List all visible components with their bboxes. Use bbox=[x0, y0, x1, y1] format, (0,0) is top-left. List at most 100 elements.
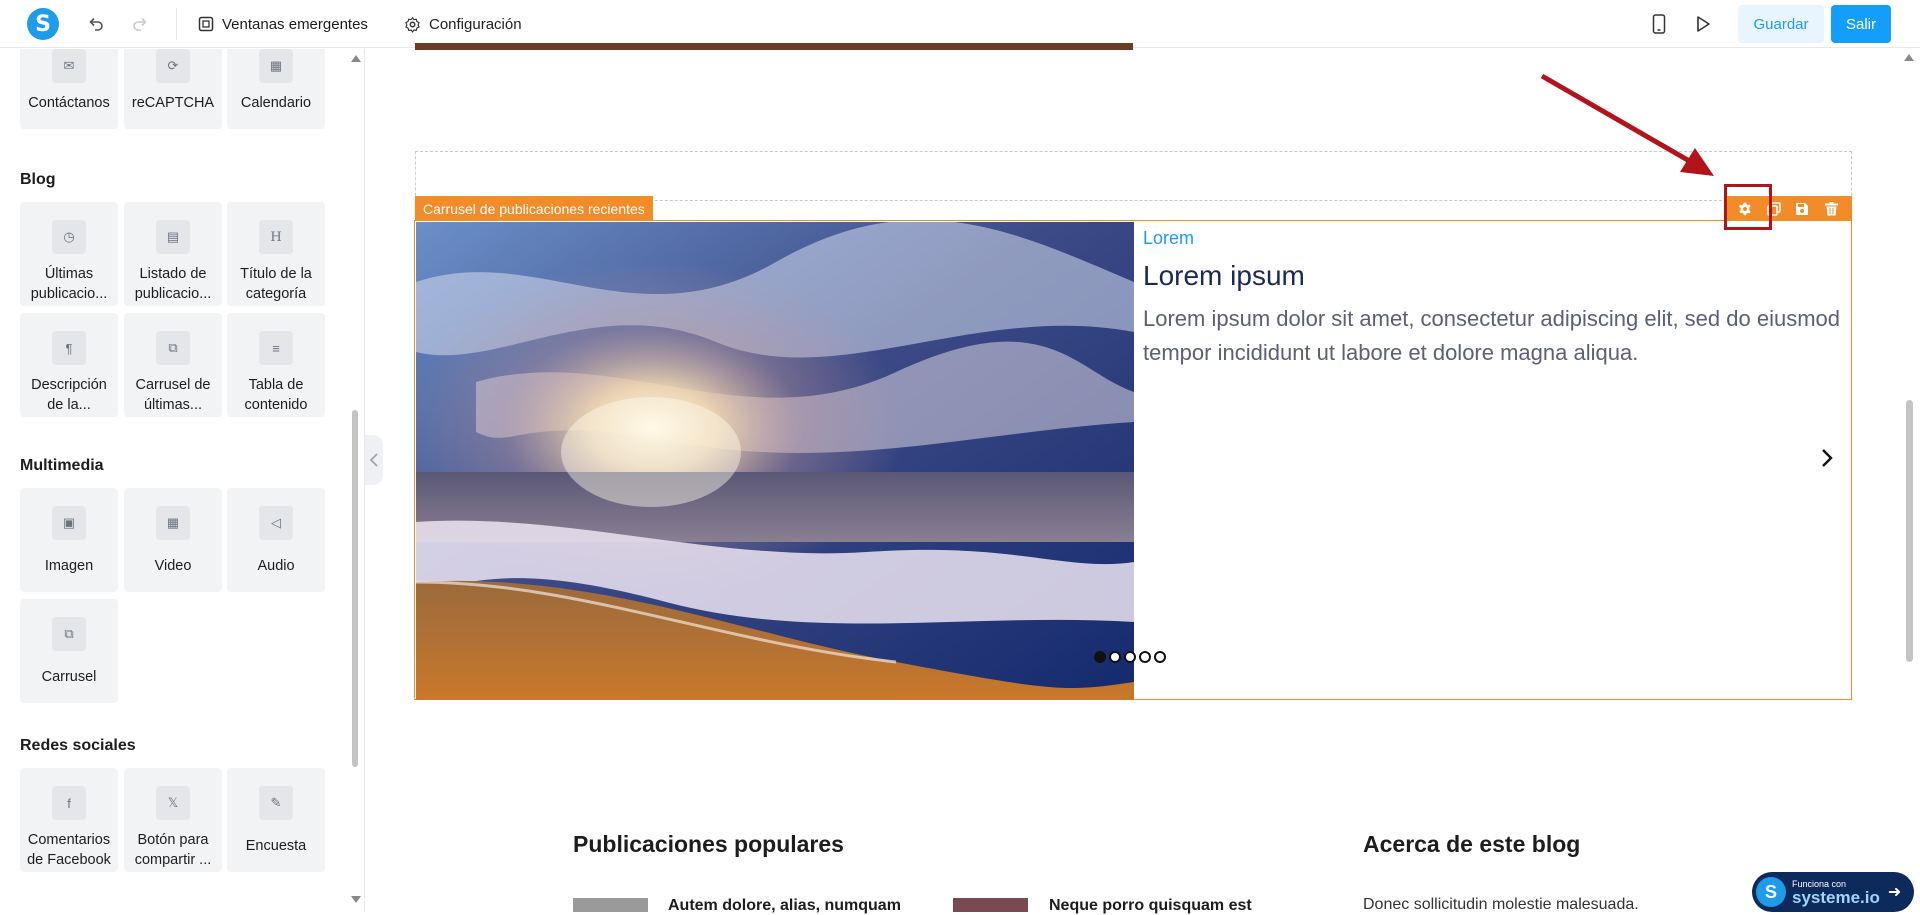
top-toolbar: S Ventanas emergentes Configuración Guar… bbox=[0, 0, 1920, 48]
annotation-highlight-box bbox=[1724, 184, 1772, 230]
redo-icon[interactable] bbox=[128, 12, 152, 36]
tile-label: Tabla de contenido bbox=[244, 377, 308, 413]
popups-button[interactable]: Ventanas emergentes bbox=[198, 12, 368, 36]
element-tile-latest-posts[interactable]: ◷ Últimas publicacio... bbox=[20, 202, 118, 306]
popup-icon bbox=[198, 16, 214, 32]
survey-icon: ✎ bbox=[259, 786, 293, 820]
x-icon: 𝕏 bbox=[156, 786, 190, 820]
toolbar-divider bbox=[176, 8, 177, 40]
element-tile-category-title[interactable]: H Título de la categoría bbox=[227, 202, 325, 306]
undo-icon[interactable] bbox=[84, 12, 108, 36]
tile-label: Título de la categoría bbox=[240, 266, 312, 302]
save-button[interactable]: Guardar bbox=[1738, 5, 1824, 43]
element-tile-table-of-contents[interactable]: ≡ Tabla de contenido bbox=[227, 313, 325, 417]
tile-label: Video bbox=[154, 558, 192, 574]
post-thumbnail[interactable] bbox=[573, 898, 648, 912]
tile-label: Listado de publicacio... bbox=[134, 266, 212, 302]
video-icon: ▦ bbox=[156, 506, 190, 540]
post-category-link[interactable]: Lorem bbox=[1143, 228, 1194, 249]
carousel-dot[interactable] bbox=[1109, 651, 1121, 663]
tile-label: Carrusel de últimas... bbox=[135, 377, 211, 413]
element-tile-video[interactable]: ▦ Video bbox=[124, 488, 222, 592]
tile-label: Encuesta bbox=[245, 838, 307, 854]
element-tile-recaptcha[interactable]: ⟳ reCAPTCHA bbox=[124, 49, 222, 129]
carousel-icon: ⧉ bbox=[52, 617, 86, 651]
settings-button[interactable]: Configuración bbox=[404, 12, 522, 36]
calendar-icon: ▦ bbox=[259, 49, 293, 83]
arrow-right-icon: ➜ bbox=[1887, 884, 1902, 901]
mobile-preview-icon[interactable] bbox=[1647, 12, 1671, 36]
element-tile-audio[interactable]: ◁ Audio bbox=[227, 488, 325, 592]
element-tile-x-share[interactable]: 𝕏 Botón para compartir ... bbox=[124, 768, 222, 872]
element-tile-facebook-comments[interactable]: f Comentarios de Facebook bbox=[20, 768, 118, 872]
tile-label: Imagen bbox=[44, 558, 94, 574]
facebook-icon: f bbox=[52, 786, 86, 820]
badge-small-text: Funciona con bbox=[1792, 878, 1847, 889]
tile-label: Últimas publicacio... bbox=[30, 266, 108, 302]
element-tile-survey[interactable]: ✎ Encuesta bbox=[227, 768, 325, 872]
section-title-social: Redes sociales bbox=[20, 737, 136, 754]
post-featured-image bbox=[416, 222, 1134, 700]
tile-label: Carrusel bbox=[41, 669, 97, 685]
systeme-logo[interactable]: S bbox=[27, 8, 59, 40]
carousel-next-button[interactable] bbox=[1815, 446, 1839, 470]
element-tile-calendar[interactable]: ▦ Calendario bbox=[227, 49, 325, 129]
carousel-dot[interactable] bbox=[1154, 651, 1166, 663]
element-tile-contact[interactable]: ✉ Contáctanos bbox=[20, 49, 118, 129]
element-tile-category-description[interactable]: ¶ Descripción de la... bbox=[20, 313, 118, 417]
element-tile-image[interactable]: ▣ Imagen bbox=[20, 488, 118, 592]
element-tile-latest-carousel[interactable]: ⧉ Carrusel de últimas... bbox=[124, 313, 222, 417]
element-tile-carousel[interactable]: ⧉ Carrusel bbox=[20, 599, 118, 703]
tile-label: Calendario bbox=[240, 95, 312, 111]
element-tile-post-listing[interactable]: ▤ Listado de publicacio... bbox=[124, 202, 222, 306]
refresh-icon: ⟳ bbox=[156, 49, 190, 83]
collapse-sidebar-button[interactable] bbox=[365, 435, 383, 485]
list-icon: ≡ bbox=[259, 331, 293, 365]
recent-posts-carousel[interactable] bbox=[414, 220, 1852, 700]
canvas-scroll-thumb[interactable] bbox=[1906, 400, 1913, 662]
sidebar-scroll-thumb[interactable] bbox=[352, 410, 358, 767]
tile-label: Descripción de la... bbox=[31, 377, 107, 413]
inbox-icon: ✉ bbox=[52, 49, 86, 83]
trash-icon[interactable] bbox=[1823, 201, 1839, 217]
save-block-icon[interactable] bbox=[1794, 201, 1810, 217]
carousel-dot[interactable] bbox=[1139, 651, 1151, 663]
settings-label: Configuración bbox=[429, 15, 522, 33]
tile-label: Comentarios de Facebook bbox=[27, 832, 111, 868]
popups-label: Ventanas emergentes bbox=[222, 15, 368, 33]
section-title-blog: Blog bbox=[20, 171, 56, 188]
powered-by-badge[interactable]: S Funciona con systeme.io ➜ bbox=[1752, 872, 1914, 912]
previous-section-edge bbox=[415, 43, 1133, 50]
post-thumbnail[interactable] bbox=[953, 898, 1028, 912]
tile-label: Audio bbox=[257, 558, 295, 574]
chevron-left-icon bbox=[370, 453, 378, 467]
selected-block-label: Carrusel de publicaciones recientes bbox=[415, 196, 653, 221]
chevron-right-icon bbox=[1822, 449, 1833, 467]
heading-icon: H bbox=[259, 220, 293, 254]
carousel-icon: ⧉ bbox=[156, 331, 190, 365]
systeme-badge-logo: S bbox=[1756, 877, 1786, 907]
popular-post-title[interactable]: Neque porro quisquam est bbox=[1049, 897, 1252, 915]
popular-post-title[interactable]: Autem dolore, alias, numquam bbox=[668, 897, 901, 915]
gear-icon bbox=[405, 16, 420, 33]
badge-brand-text: systeme.io bbox=[1792, 887, 1880, 907]
image-icon: ▣ bbox=[52, 506, 86, 540]
scroll-up-arrow[interactable] bbox=[1903, 52, 1915, 62]
layout-icon: ▤ bbox=[156, 220, 190, 254]
section-title-multimedia: Multimedia bbox=[20, 457, 104, 474]
tile-label: reCAPTCHA bbox=[131, 95, 215, 111]
elements-sidebar: ✉ Contáctanos ⟳ reCAPTCHA ▦ Calendario B… bbox=[0, 49, 365, 912]
play-preview-icon[interactable] bbox=[1691, 12, 1715, 36]
carousel-dot[interactable] bbox=[1124, 651, 1136, 663]
about-blog-text: Donec sollicitudin molestie malesuada. bbox=[1363, 896, 1639, 913]
post-title[interactable]: Lorem ipsum bbox=[1143, 260, 1305, 292]
tile-label: Botón para compartir ... bbox=[134, 832, 212, 868]
speaker-icon: ◁ bbox=[259, 506, 293, 540]
tile-label: Contáctanos bbox=[28, 95, 110, 111]
paragraph-icon: ¶ bbox=[52, 331, 86, 365]
clock-icon: ◷ bbox=[52, 220, 86, 254]
annotation-arrow bbox=[1540, 73, 1714, 176]
carousel-dot[interactable] bbox=[1094, 651, 1106, 663]
exit-button[interactable]: Salir bbox=[1831, 5, 1891, 43]
post-description: Lorem ipsum dolor sit amet, consectetur … bbox=[1143, 306, 1841, 365]
